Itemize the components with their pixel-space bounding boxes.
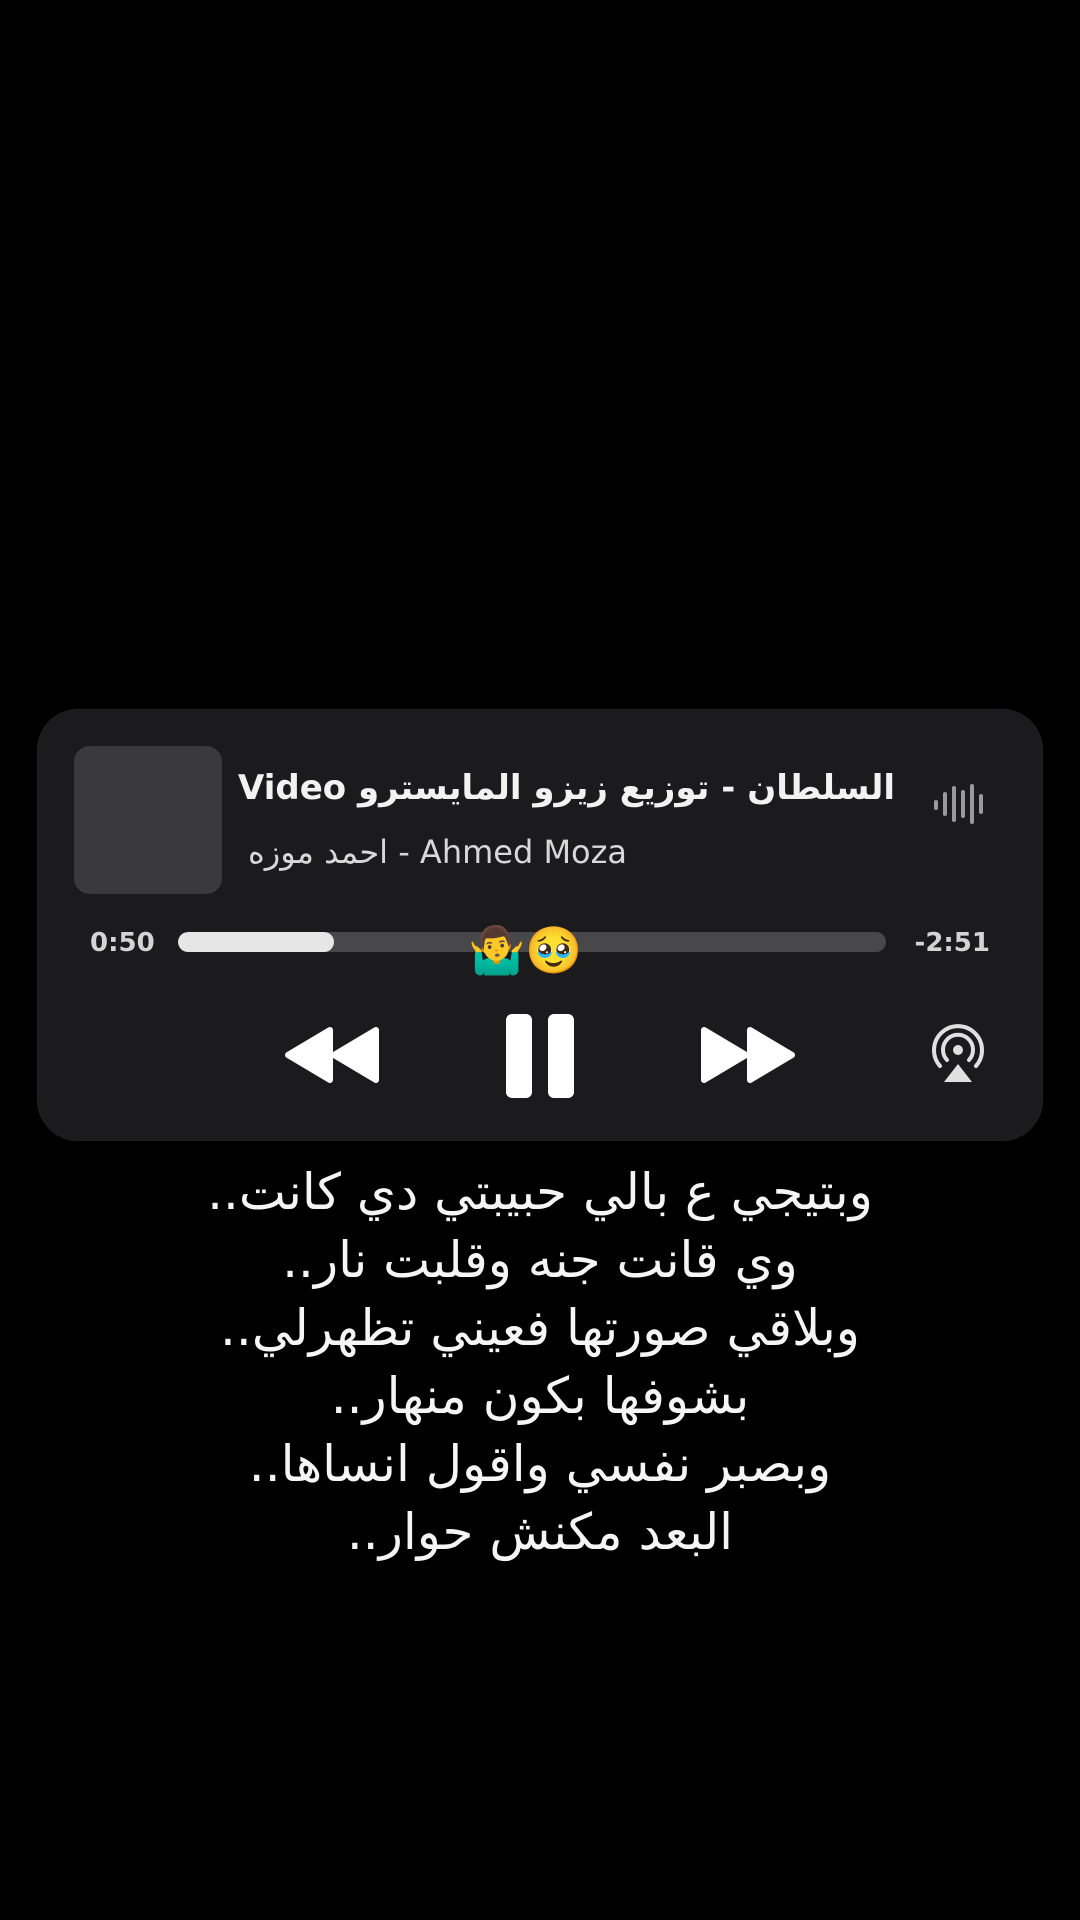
lyric-line: وبصبر نفسي واقول انساها.. <box>248 1435 832 1493</box>
airplay-icon[interactable] <box>926 1022 990 1086</box>
waveform-icon <box>934 784 983 824</box>
rewind-icon[interactable] <box>278 1000 388 1110</box>
lyric-line: البعد مكنش حوار.. <box>346 1503 734 1561</box>
lyric-line: وي قانت جنه وقلبت نار.. <box>282 1231 798 1289</box>
lyric-line: وبتيجي ع بالي حبيبتي دي كانت.. <box>207 1163 873 1221</box>
now-playing-widget: السلطان - توزيع زيزو المايسترو Video احم… <box>38 710 1042 1140</box>
fast-forward-icon[interactable] <box>692 1000 802 1110</box>
album-artwork[interactable] <box>74 746 222 894</box>
lyrics-caption: وبتيجي ع بالي حبيبتي دي كانت.. وي قانت ج… <box>40 1158 1040 1566</box>
track-artist: احمد موزه - Ahmed Moza <box>248 833 628 871</box>
progress-fill <box>178 932 334 952</box>
elapsed-time: 0:50 <box>90 928 155 958</box>
lyric-line: بشوفها بكون منهار.. <box>330 1367 750 1425</box>
lyric-line: وبلاقي صورتها فعيني تظهرلي.. <box>220 1299 860 1357</box>
emoji-sticker: 🤷‍♂️🥹 <box>468 923 583 977</box>
pause-icon[interactable] <box>490 1000 590 1110</box>
remaining-time: -2:51 <box>914 928 990 958</box>
track-title: السلطان - توزيع زيزو المايسترو Video <box>238 768 896 808</box>
